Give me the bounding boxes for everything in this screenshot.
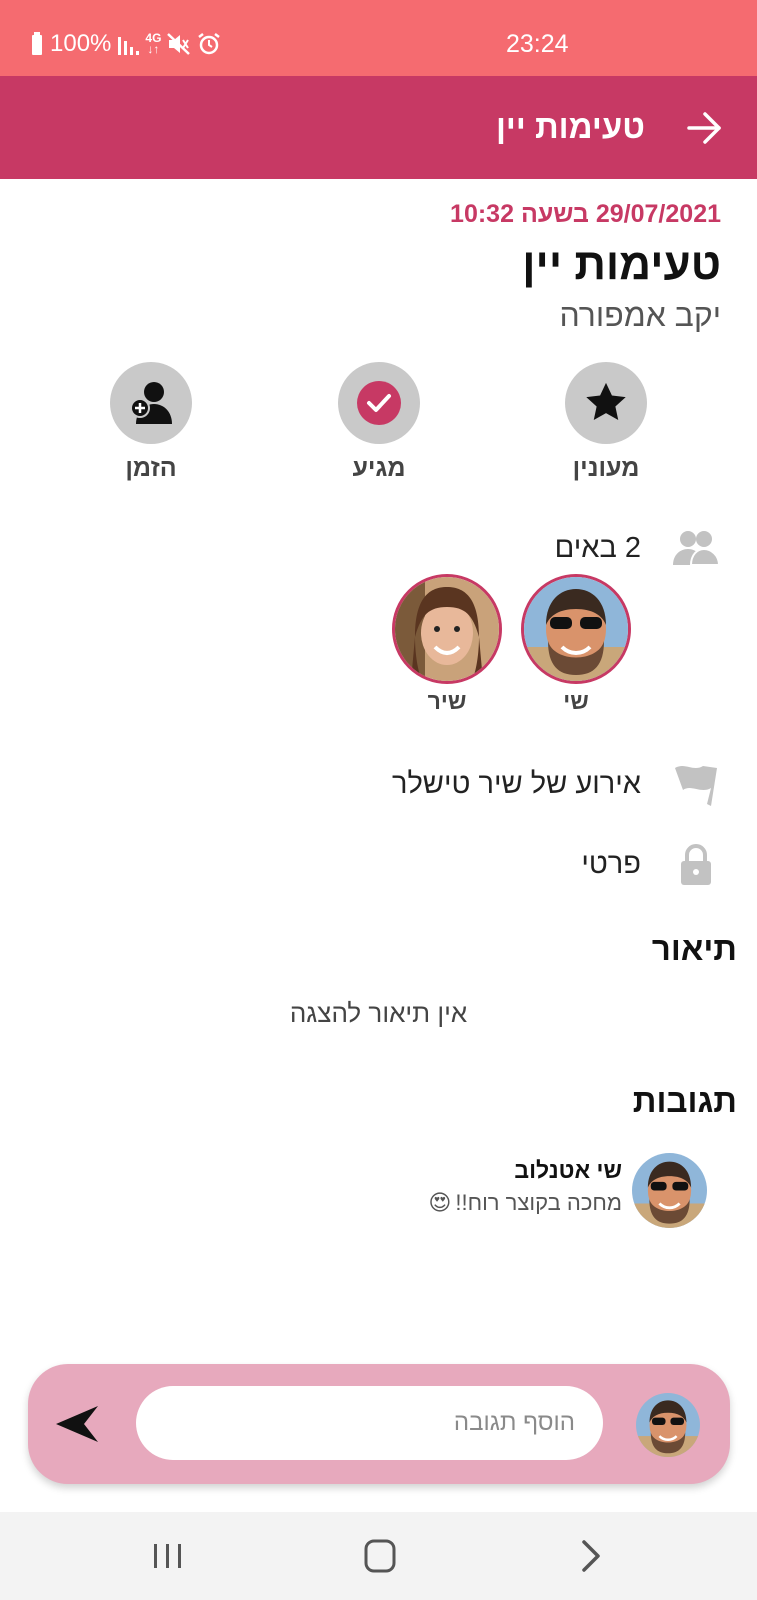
action-circle[interactable] [565,362,647,444]
avatar [636,1393,700,1457]
comment-item: שי אטנלוב מחכה בקוצר רוח!! 😍 [428,1153,707,1228]
home-icon[interactable] [360,1538,400,1574]
send-icon[interactable] [54,1404,100,1444]
battery-percent: 100% [50,30,112,57]
back-icon[interactable] [572,1538,612,1574]
privacy-row: פרטי [581,842,721,886]
action-circle[interactable] [338,362,420,444]
comment-text-line: מחכה בקוצר רוח!! 😍 [428,1190,622,1216]
attending-label: מגיע [352,454,406,482]
app-bar-title: טעימות יין [495,108,645,145]
organizer-text: אירוע של שיר טישלר [391,767,641,800]
attending-button[interactable]: מגיע [314,362,444,483]
add-person-icon [130,382,172,424]
description-empty: אין תיאור להצגה [289,998,468,1028]
comments-title: תגובות [632,1082,737,1119]
action-circle[interactable] [110,362,192,444]
recents-icon[interactable] [148,1538,188,1574]
interested-button[interactable]: מעונין [541,362,671,483]
comment-text: מחכה בקוצר רוח!! [455,1190,622,1215]
attendees-count: 2 באים [554,531,641,564]
attendee-name: שי [563,688,589,714]
system-nav-bar [0,1512,757,1600]
star-icon [586,382,626,421]
attendees-row[interactable]: 2 באים [555,526,721,570]
avatar [392,574,502,684]
status-bar: 100% 4G ↓↑ 23:24 [0,0,757,76]
organizer-row[interactable]: אירוע של שיר טישלר [392,762,721,806]
avatar [632,1153,707,1228]
attendee-item[interactable]: שיר [391,574,503,715]
event-title: טעימות יין [522,240,721,289]
comment-composer [28,1364,730,1484]
mute-icon [167,33,191,55]
avatar [521,574,631,684]
description-title: תיאור [651,930,737,967]
group-icon [671,526,721,570]
attendee-item[interactable]: שי [520,574,632,715]
comment-input[interactable] [136,1386,603,1460]
check-circle-icon [357,381,401,425]
battery-icon [32,32,42,55]
app-bar: טעימות יין [0,76,757,179]
invite-button[interactable]: הזמן [86,362,216,483]
event-location: יקב אמפורה [559,297,721,333]
interested-label: מעונין [572,454,640,482]
network-label: 4G [145,31,162,45]
privacy-text: פרטי [581,847,641,880]
status-time: 23:24 [506,30,569,58]
heart-eyes-emoji-icon: 😍 [428,1190,452,1215]
arrow-right-icon[interactable] [685,110,725,146]
invite-label: הזמן [125,454,177,482]
signal-icon [118,37,140,55]
status-icons: 100% 4G ↓↑ [30,30,221,58]
lock-icon [671,842,721,886]
comment-author: שי אטנלוב [514,1157,622,1183]
attendee-name: שיר [427,688,467,714]
alarm-icon [198,33,221,55]
flag-icon [671,762,721,806]
network-4g-icon: 4G ↓↑ [145,31,162,56]
comment-body: שי אטנלוב מחכה בקוצר רוח!! 😍 [428,1153,622,1216]
event-date: 29/07/2021 בשעה 10:32 [450,200,721,228]
